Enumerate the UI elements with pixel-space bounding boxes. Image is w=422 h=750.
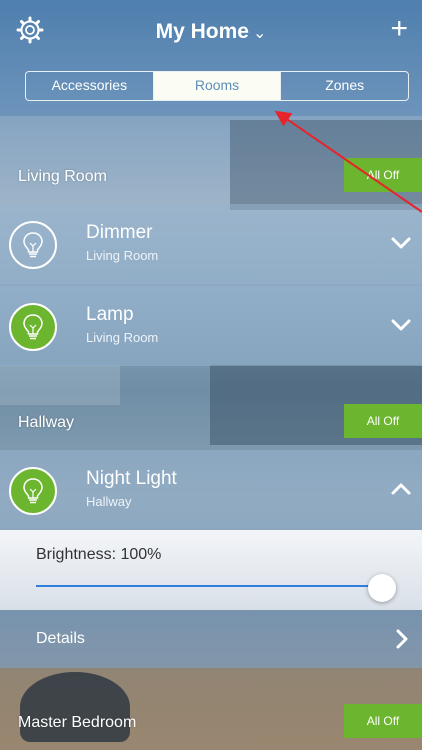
all-off-button[interactable]: All Off	[344, 704, 422, 738]
room-header-master-bedroom: Master Bedroom All Off	[0, 698, 422, 748]
accessory-room: Living Room	[86, 248, 159, 263]
details-row[interactable]: Details	[0, 610, 422, 668]
page-title: My Home	[155, 20, 249, 43]
accessory-row-lamp[interactable]: Lamp Living Room	[0, 286, 422, 366]
accessory-name: Dimmer	[86, 222, 153, 243]
chevron-down-icon: ⌄	[252, 25, 267, 42]
chevron-right-icon	[396, 629, 408, 649]
tab-zones[interactable]: Zones	[281, 72, 408, 100]
all-off-button[interactable]: All Off	[344, 404, 422, 438]
room-name: Master Bedroom	[18, 714, 137, 731]
light-bulb-icon	[23, 314, 43, 340]
brightness-slider[interactable]	[36, 574, 396, 602]
accessory-icon[interactable]	[9, 303, 57, 351]
room-name: Hallway	[18, 414, 75, 431]
details-label: Details	[36, 630, 85, 647]
room-header-hallway: Hallway All Off	[0, 398, 422, 448]
add-button[interactable]: +	[390, 14, 408, 44]
home-selector[interactable]: My Home ⌄	[0, 20, 422, 44]
top-header: My Home ⌄ + Accessories Rooms Zones	[0, 0, 422, 116]
accessory-icon[interactable]	[9, 221, 57, 269]
room-header-living-room: Living Room All Off	[0, 152, 422, 202]
accessory-icon[interactable]	[9, 467, 57, 515]
view-segmented-control: Accessories Rooms Zones	[25, 71, 409, 101]
accessory-row-dimmer[interactable]: Dimmer Living Room	[0, 204, 422, 284]
accessory-room: Hallway	[86, 494, 132, 509]
chevron-down-icon[interactable]	[390, 232, 412, 254]
slider-thumb[interactable]	[368, 574, 396, 602]
light-bulb-icon	[23, 232, 43, 258]
all-off-button[interactable]: All Off	[344, 158, 422, 192]
brightness-panel: Brightness: 100%	[0, 530, 422, 610]
accessory-name: Lamp	[86, 304, 134, 325]
light-bulb-icon	[23, 478, 43, 504]
accessory-room: Living Room	[86, 330, 159, 345]
room-name: Living Room	[18, 168, 107, 185]
tab-accessories[interactable]: Accessories	[26, 72, 154, 100]
chevron-down-icon[interactable]	[390, 314, 412, 336]
slider-track	[36, 585, 380, 587]
chevron-up-icon[interactable]	[390, 478, 412, 500]
brightness-label: Brightness: 100%	[36, 546, 162, 563]
accessory-name: Night Light	[86, 468, 177, 489]
accessory-row-night-light[interactable]: Night Light Hallway	[0, 450, 422, 530]
tab-rooms[interactable]: Rooms	[153, 72, 282, 100]
